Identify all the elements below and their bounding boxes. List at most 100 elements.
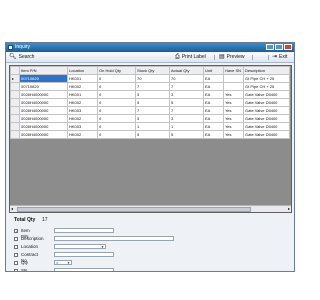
table-cell[interactable]: 70	[135, 74, 170, 83]
scroll-left-icon[interactable]: ◂	[11, 206, 13, 211]
table-cell[interactable]: EA	[203, 106, 224, 115]
filter-text-input[interactable]	[54, 268, 114, 271]
filter-dropdown[interactable]: ▼	[54, 244, 106, 249]
table-cell[interactable]: 1	[135, 122, 170, 131]
table-cell[interactable]: EA	[203, 98, 224, 107]
table-cell[interactable]: 0	[97, 106, 136, 115]
filter-checkbox[interactable]	[14, 261, 18, 265]
column-header[interactable]: On Hold Qty	[97, 66, 136, 75]
table-cell[interactable]: Yes	[223, 106, 244, 115]
row-selector[interactable]	[10, 90, 20, 99]
table-cell[interactable]: 7	[169, 106, 204, 115]
table-cell[interactable]: 0028H4000000	[19, 114, 68, 123]
column-header[interactable]: Have SN	[223, 66, 244, 75]
table-cell[interactable]: Gate Valve D5400	[243, 114, 290, 123]
table-row[interactable]: 0028H4000000 HK003 0 1 1 EA Yes Gate Valve D540…	[10, 122, 290, 131]
table-cell[interactable]: 0	[97, 82, 136, 91]
filter-text-input[interactable]	[54, 252, 114, 257]
row-selector[interactable]	[10, 114, 20, 123]
filter-checkbox[interactable]: ✓	[14, 229, 18, 234]
table-cell[interactable]: 70	[169, 74, 204, 83]
table-cell[interactable]: Yes	[223, 114, 244, 123]
maximize-button[interactable]	[275, 44, 283, 50]
filter-checkbox[interactable]	[14, 245, 18, 249]
table-cell[interactable]: 5	[135, 130, 170, 139]
row-selector[interactable]	[10, 98, 20, 107]
table-cell[interactable]: HK001	[67, 74, 98, 83]
table-cell[interactable]: Gate Valve D5400	[243, 130, 290, 139]
filter-text-input[interactable]	[54, 236, 174, 241]
table-cell[interactable]: 0	[97, 130, 136, 139]
table-cell[interactable]: Gate Valve D5400	[243, 106, 290, 115]
table-cell[interactable]: 1	[169, 122, 204, 131]
close-button[interactable]	[284, 44, 292, 50]
table-cell[interactable]: 0028H4000000	[19, 106, 68, 115]
table-cell[interactable]: 3	[169, 90, 204, 99]
horizontal-scrollbar[interactable]: ◂ ▸	[10, 205, 291, 212]
table-cell[interactable]: 0028H4000000	[19, 90, 68, 99]
table-cell[interactable]: Yes	[223, 90, 244, 99]
table-row[interactable]: 00710820 HK002 0 7 7 EA Gt Pipe CH + 25	[10, 82, 290, 91]
search-button[interactable]: 🔍︎ Search	[9, 53, 34, 62]
table-cell[interactable]: 0028H4000000	[19, 122, 68, 131]
filter-dropdown[interactable]: = ▼	[54, 260, 72, 265]
filter-checkbox[interactable]	[14, 269, 18, 271]
table-cell[interactable]: Yes	[223, 122, 244, 131]
table-cell[interactable]: HK002	[67, 130, 98, 139]
exit-button[interactable]: ⇥ Exit	[272, 53, 287, 62]
row-selector[interactable]	[10, 106, 20, 115]
table-cell[interactable]: 5	[169, 98, 204, 107]
table-cell[interactable]: 7	[135, 82, 170, 91]
table-cell[interactable]: Yes	[223, 98, 244, 107]
table-row[interactable]: ▸ 00710820 HK001 0 70 70 EA Gt Pipe CH + 25	[10, 74, 290, 83]
table-cell[interactable]: 3	[135, 90, 170, 99]
table-cell[interactable]: Gate Valve D5400	[243, 98, 290, 107]
table-cell[interactable]: 0028H4000000	[19, 130, 68, 139]
scrollbar-thumb[interactable]	[17, 207, 251, 212]
table-cell[interactable]	[223, 74, 244, 83]
table-cell[interactable]: 0	[97, 74, 136, 83]
table-row[interactable]: 0028H4000000 HK002 0 5 5 EA Yes Gate Valve D540…	[10, 98, 290, 107]
print-label-button[interactable]: ⎙ Print Label	[175, 53, 206, 62]
row-selector[interactable]	[10, 130, 20, 139]
table-cell[interactable]: 7	[169, 82, 204, 91]
results-grid[interactable]: Item P/N Location On Hold Qty Stock Qty Actu…	[9, 65, 292, 213]
table-cell[interactable]: Gt Pipe CH + 25	[243, 82, 290, 91]
table-cell[interactable]: 0	[97, 122, 136, 131]
table-cell[interactable]: HK003	[67, 106, 98, 115]
table-cell[interactable]	[223, 82, 244, 91]
table-row[interactable]: 0028H4000000 HK002 0 3 3 EA Yes Gate Valve D540…	[10, 114, 290, 123]
table-cell[interactable]: 00710820	[19, 74, 68, 83]
table-cell[interactable]: 3	[135, 114, 170, 123]
column-header[interactable]: Location	[67, 66, 98, 75]
row-selector[interactable]	[10, 82, 20, 91]
table-cell[interactable]: HK002	[67, 98, 98, 107]
table-cell[interactable]: 0	[97, 114, 136, 123]
table-cell[interactable]: 0	[97, 98, 136, 107]
table-row[interactable]: 0028H4000000 HK003 0 7 7 EA Yes Gate Valve D540…	[10, 106, 290, 115]
table-cell[interactable]: Yes	[223, 130, 244, 139]
row-selector[interactable]	[10, 122, 20, 131]
table-row[interactable]: 0028H4000000 HK001 0 3 3 EA Yes Gate Valve D540…	[10, 90, 290, 99]
filter-checkbox[interactable]	[14, 237, 18, 241]
minimize-button[interactable]	[266, 44, 274, 50]
table-cell[interactable]: Gate Valve D5400	[243, 90, 290, 99]
table-cell[interactable]: Gate Valve D5400	[243, 122, 290, 131]
table-cell[interactable]: 00710820	[19, 82, 68, 91]
table-cell[interactable]: 0	[97, 90, 136, 99]
table-cell[interactable]: HK002	[67, 114, 98, 123]
filter-text-input[interactable]	[54, 228, 114, 233]
table-cell[interactable]: EA	[203, 130, 224, 139]
table-row[interactable]: 0028H4000000 HK002 0 5 5 EA Yes Gate Valve D540…	[10, 130, 290, 139]
row-selector[interactable]: ▸	[10, 74, 20, 83]
table-cell[interactable]: EA	[203, 82, 224, 91]
table-cell[interactable]: Gt Pipe CH + 25	[243, 74, 290, 83]
table-cell[interactable]: HK002	[67, 82, 98, 91]
column-header[interactable]: Description	[243, 66, 290, 75]
table-cell[interactable]: 7	[135, 106, 170, 115]
table-cell[interactable]: 3	[169, 114, 204, 123]
table-cell[interactable]: EA	[203, 74, 224, 83]
column-header[interactable]: Unit	[203, 66, 224, 75]
table-cell[interactable]: EA	[203, 122, 224, 131]
preview-button[interactable]: ▤ Preview	[219, 53, 244, 62]
